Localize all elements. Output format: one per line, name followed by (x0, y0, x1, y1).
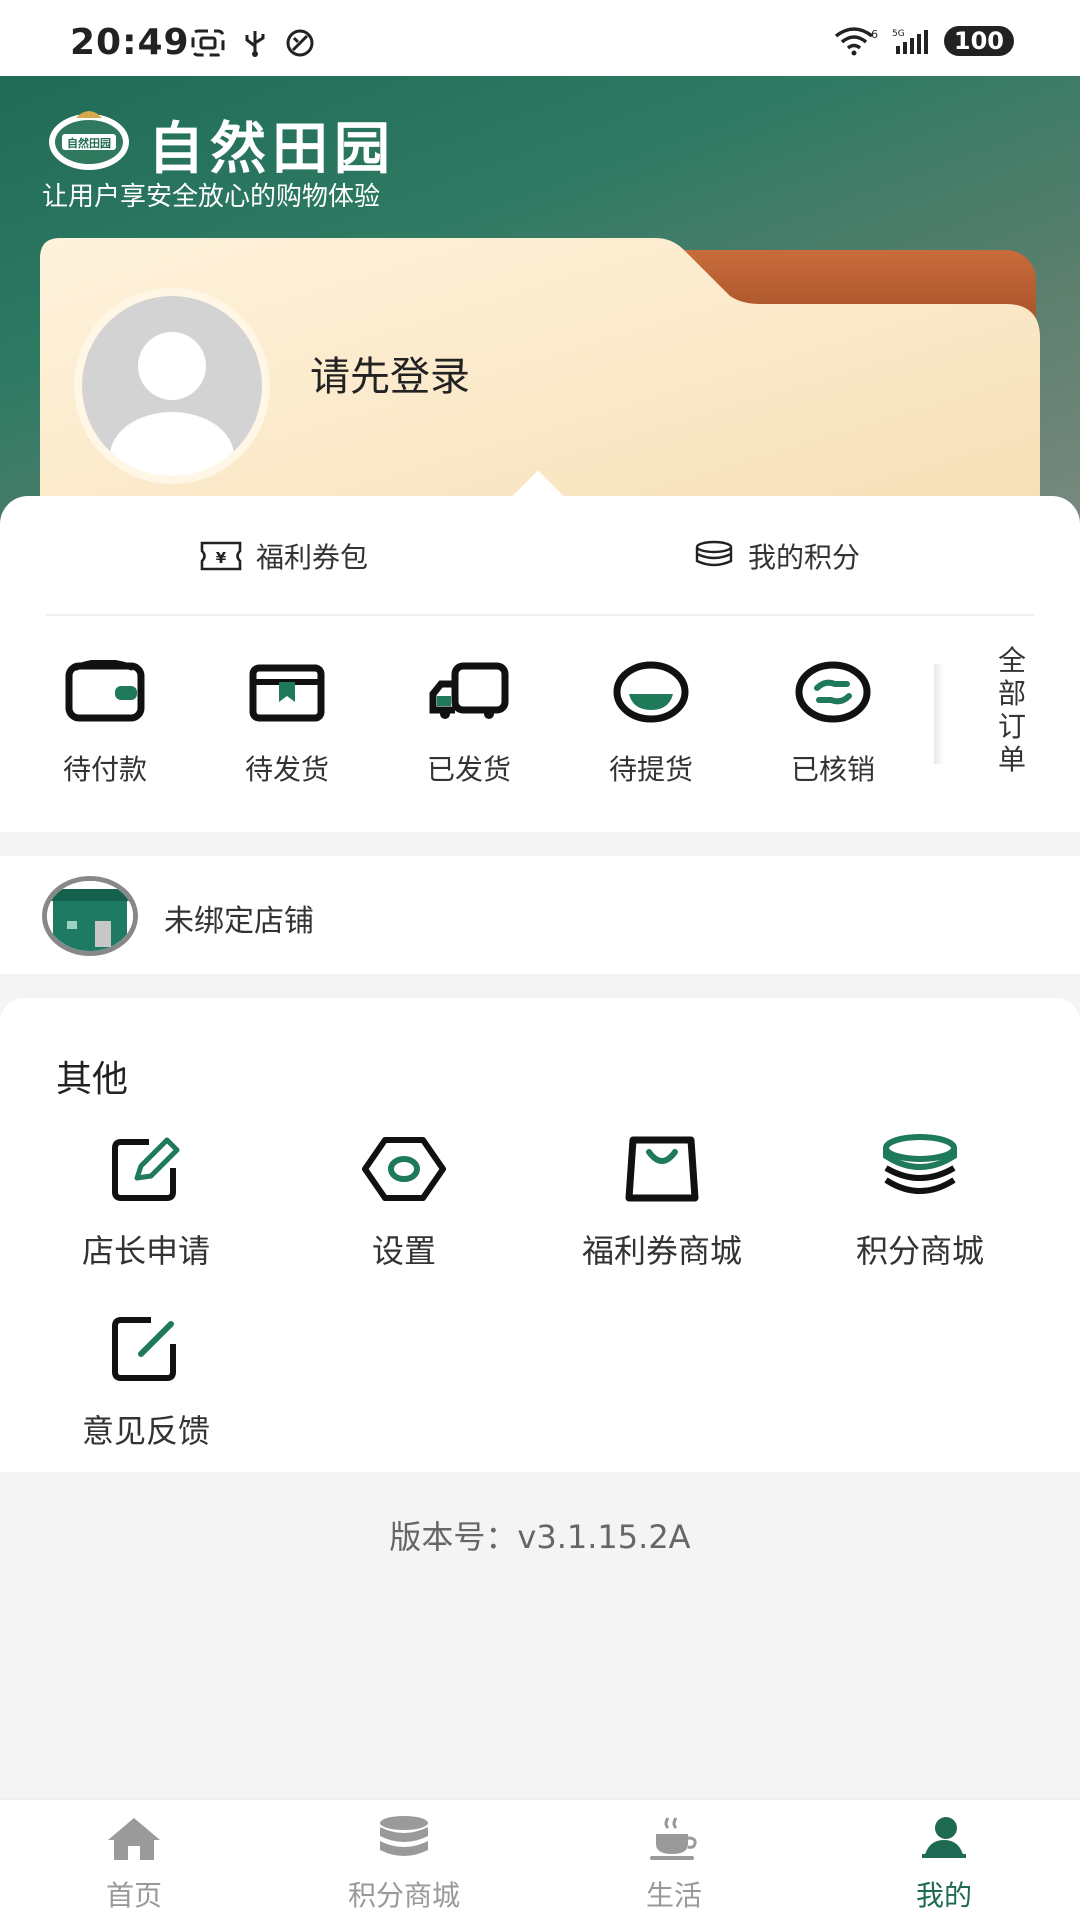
divider (46, 614, 1034, 616)
status-bar: 20:49 6 5G 100 (0, 0, 1080, 76)
logo-badge-text: 自然田园 (67, 136, 111, 150)
coupon-icon: ¥ (200, 541, 242, 571)
nav-label: 生活 (645, 1879, 702, 1912)
order-label: 已发货 (426, 753, 511, 786)
nav-mine[interactable]: 我的 (844, 1814, 1044, 1914)
database-icon (380, 1816, 428, 1856)
tab-coupon-pack-label: 福利券包 (256, 541, 369, 574)
svg-text:¥: ¥ (216, 549, 227, 567)
nav-home[interactable]: 首页 (34, 1814, 234, 1914)
tool-label: 意见反馈 (81, 1412, 210, 1450)
store-icon (42, 876, 138, 956)
feedback-icon (112, 1317, 176, 1381)
logo-badge-icon: 自然田园 (49, 111, 129, 170)
tool-label: 设置 (371, 1232, 436, 1270)
screenshot-icon (191, 29, 225, 57)
quick-tabs: ¥ 福利券包 我的积分 (0, 536, 1080, 586)
order-separator (934, 664, 944, 764)
settings-button[interactable]: 设置 (274, 1134, 534, 1272)
tab-coupon-pack[interactable]: ¥ 福利券包 (200, 536, 368, 576)
coffee-icon (650, 1817, 697, 1860)
speedometer-icon (286, 29, 314, 57)
tab-my-points[interactable]: 我的积分 (694, 536, 860, 576)
order-shipped[interactable]: 已发货 (394, 660, 544, 788)
nav-life[interactable]: 生活 (574, 1814, 774, 1914)
signal-icon: 5G (892, 29, 928, 54)
bottom-nav: 首页 积分商城 生活 我的 (0, 1798, 1080, 1920)
wifi-icon: 6 (834, 27, 878, 56)
version-text: 版本号：v3.1.15.2A (389, 1518, 691, 1556)
box-icon (249, 664, 325, 722)
tool-label: 店长申请 (81, 1232, 210, 1270)
order-label: 待付款 (62, 753, 147, 786)
settings-icon (362, 1137, 446, 1201)
tool-label: 积分商城 (855, 1232, 984, 1270)
status-time: 20:49 (70, 22, 190, 63)
status-icons-left (190, 28, 316, 58)
default-avatar-icon (82, 296, 262, 476)
user-icon (922, 1817, 966, 1858)
pickup-icon (613, 661, 689, 723)
all-orders-link[interactable]: 全部订单 (992, 644, 1032, 776)
order-label: 已核销 (790, 753, 875, 786)
verified-icon (795, 661, 871, 723)
status-icons-right: 6 5G 100 (834, 26, 1014, 56)
points-mall-button[interactable]: 积分商城 (790, 1134, 1050, 1272)
slogan: 让用户享安全放心的购物体验 (42, 182, 381, 212)
nav-label: 首页 (105, 1879, 162, 1912)
order-verified[interactable]: 已核销 (758, 660, 908, 788)
order-label: 待提货 (608, 753, 693, 786)
order-label: 待发货 (244, 753, 329, 786)
usb-icon (245, 31, 265, 57)
store-binding-row[interactable]: 未绑定店铺 (0, 856, 1080, 974)
store-status: 未绑定店铺 (164, 904, 314, 939)
coins-icon (883, 1134, 957, 1194)
coupon-mall-button[interactable]: 福利券商城 (532, 1134, 792, 1272)
tab-my-points-label: 我的积分 (748, 541, 861, 574)
section-title: 其他 (56, 1059, 129, 1100)
login-prompt[interactable]: 请先登录 (310, 344, 470, 402)
avatar[interactable] (74, 288, 270, 484)
battery-indicator: 100 (943, 26, 1014, 56)
signal-badge: 5G (892, 29, 905, 39)
feedback-button[interactable]: 意见反馈 (16, 1314, 276, 1452)
home-icon (108, 1818, 160, 1860)
order-pending-pickup[interactable]: 待提货 (576, 660, 726, 788)
nav-label: 我的 (915, 1879, 972, 1912)
shopping-bag-icon (625, 1136, 699, 1202)
tool-label: 福利券商城 (581, 1232, 742, 1270)
others-section: 其他 店长申请 设置 福利券商城 积分商城 意见反馈 (0, 998, 1080, 1472)
edit-icon (112, 1137, 180, 1201)
store-manager-apply-button[interactable]: 店长申请 (16, 1134, 276, 1272)
nav-points-mall[interactable]: 积分商城 (304, 1814, 504, 1914)
order-pending-shipment[interactable]: 待发货 (212, 660, 362, 788)
order-pending-payment[interactable]: 待付款 (30, 659, 180, 788)
brand-name: 自然田园 (148, 116, 396, 182)
nav-label: 积分商城 (347, 1879, 460, 1912)
wifi-badge: 6 (871, 28, 878, 41)
wallet-icon (65, 659, 145, 722)
coins-icon (695, 540, 733, 567)
truck-icon (429, 662, 509, 719)
